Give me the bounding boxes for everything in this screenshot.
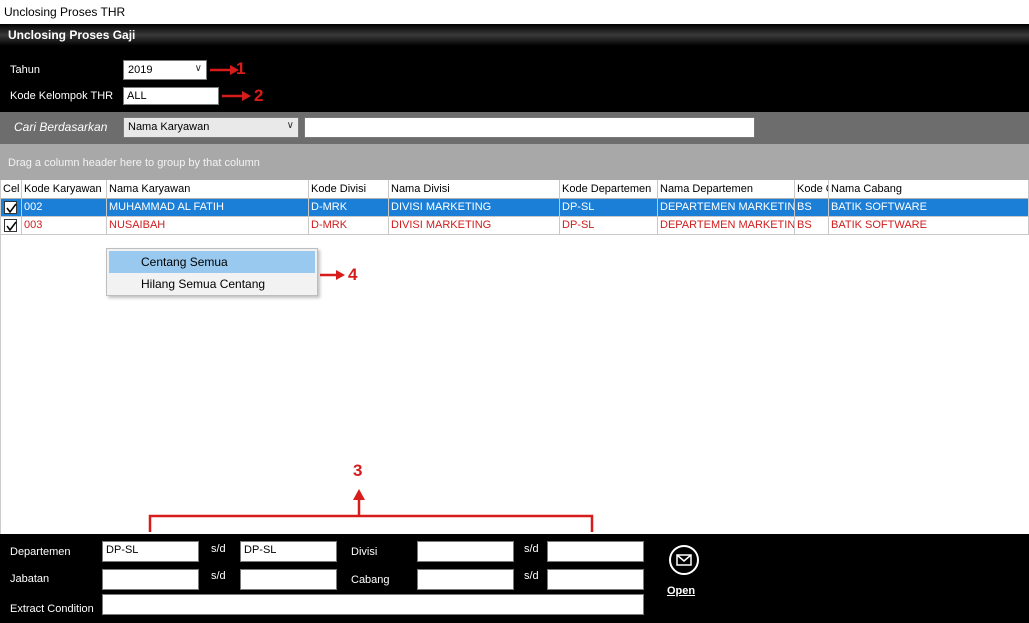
departemen-label: Departemen — [10, 546, 71, 558]
extract-condition-input[interactable] — [102, 594, 644, 615]
annotation-label-1: 1 — [236, 59, 246, 78]
cell-nama-karyawan: NUSAIBAH — [107, 217, 309, 235]
cell-kode-cabang: BS — [795, 217, 829, 235]
sd-label: s/d — [524, 570, 539, 582]
context-menu: Centang Semua Hilang Semua Centang — [106, 248, 318, 296]
title-bar: Unclosing Proses THR — [0, 0, 1029, 24]
departemen-from-input[interactable]: DP-SL — [102, 541, 199, 562]
tahun-combo[interactable]: 2019 ∨ — [123, 60, 207, 80]
group-by-hint: Drag a column header here to group by th… — [8, 157, 260, 169]
cell-kode-departemen: DP-SL — [560, 199, 658, 217]
search-input[interactable] — [304, 117, 755, 138]
column-header-check[interactable]: Cel — [1, 180, 22, 199]
arrow-annotation-2 — [222, 91, 251, 101]
tahun-label: Tahun — [10, 64, 40, 76]
sd-label: s/d — [211, 543, 226, 555]
cell-nama-cabang: BATIK SOFTWARE — [829, 199, 1029, 217]
cabang-from-input[interactable] — [417, 569, 514, 590]
divisi-from-input[interactable] — [417, 541, 514, 562]
window-title: Unclosing Proses THR — [4, 5, 126, 19]
column-header-kode-karyawan[interactable]: Kode Karyawan — [22, 180, 107, 199]
column-header-nama-karyawan[interactable]: Nama Karyawan — [107, 180, 309, 199]
column-header-kode-divisi[interactable]: Kode Divisi — [309, 180, 389, 199]
cell-nama-divisi: DIVISI MARKETING — [389, 217, 560, 235]
row-checkbox[interactable] — [4, 219, 17, 232]
cell-kode-departemen: DP-SL — [560, 217, 658, 235]
jabatan-to-input[interactable] — [240, 569, 337, 590]
annotation-label-2: 2 — [254, 86, 264, 105]
chevron-down-icon: ∨ — [194, 63, 202, 74]
departemen-to-input[interactable]: DP-SL — [240, 541, 337, 562]
column-header-kode-cabang[interactable]: Kode C — [795, 180, 829, 199]
envelope-icon — [669, 545, 699, 575]
chevron-down-icon: ∨ — [286, 120, 294, 131]
search-field-value: Nama Karyawan — [128, 121, 210, 133]
cell-nama-departemen: DEPARTEMEN MARKETING — [658, 199, 795, 217]
cell-kode-divisi: D-MRK — [309, 199, 389, 217]
jabatan-label: Jabatan — [10, 573, 50, 585]
app-window: Unclosing Proses THR Unclosing Proses Ga… — [0, 0, 1029, 623]
kode-kelompok-label: Kode Kelompok THR — [10, 90, 114, 102]
cell-nama-divisi: DIVISI MARKETING — [389, 199, 560, 217]
table-row[interactable]: 002 MUHAMMAD AL FATIH D-MRK DIVISI MARKE… — [1, 199, 1029, 217]
arrow-annotation-4 — [320, 270, 345, 280]
annotation-label-3: 3 — [353, 461, 363, 480]
header-title-bar — [0, 24, 1029, 46]
divisi-to-input[interactable] — [547, 541, 644, 562]
jabatan-from-input[interactable] — [102, 569, 199, 590]
menu-item-centang-semua[interactable]: Centang Semua — [109, 251, 315, 273]
column-header-kode-departemen[interactable]: Kode Departemen — [560, 180, 658, 199]
search-field-combo[interactable]: Nama Karyawan ∨ — [123, 117, 299, 138]
extract-condition-label: Extract Condition — [10, 603, 94, 615]
header-title: Unclosing Proses Gaji — [8, 28, 136, 42]
cabang-label: Cabang — [351, 574, 390, 586]
kode-kelompok-input[interactable]: ALL — [123, 87, 219, 105]
cell-kode-karyawan: 003 — [22, 217, 107, 235]
employee-grid: Cel Kode Karyawan Nama Karyawan Kode Div… — [0, 180, 1029, 534]
column-header-nama-departemen[interactable]: Nama Departemen — [658, 180, 795, 199]
checkmark-icon — [6, 221, 17, 232]
cell-kode-cabang: BS — [795, 199, 829, 217]
open-label: Open — [666, 585, 696, 597]
row-checkbox-cell[interactable] — [1, 217, 22, 235]
sd-label: s/d — [211, 570, 226, 582]
menu-item-hilang-semua-centang[interactable]: Hilang Semua Centang — [109, 273, 315, 295]
divisi-label: Divisi — [351, 546, 378, 558]
column-header-nama-divisi[interactable]: Nama Divisi — [389, 180, 560, 199]
cabang-to-input[interactable] — [547, 569, 644, 590]
open-button[interactable]: Open — [660, 545, 710, 600]
column-header-nama-cabang[interactable]: Nama Cabang — [829, 180, 1029, 199]
table-row[interactable]: 003 NUSAIBAH D-MRK DIVISI MARKETING DP-S… — [1, 217, 1029, 235]
sd-label: s/d — [524, 543, 539, 555]
cell-nama-cabang: BATIK SOFTWARE — [829, 217, 1029, 235]
cell-nama-karyawan: MUHAMMAD AL FATIH — [107, 199, 309, 217]
search-label: Cari Berdasarkan — [14, 120, 108, 134]
cell-kode-karyawan: 002 — [22, 199, 107, 217]
annotation-label-4: 4 — [348, 265, 358, 284]
cell-kode-divisi: D-MRK — [309, 217, 389, 235]
checkmark-icon — [6, 203, 17, 214]
grid-header: Cel Kode Karyawan Nama Karyawan Kode Div… — [1, 180, 1029, 199]
bracket-annotation-3 — [148, 489, 594, 532]
row-checkbox-cell[interactable] — [1, 199, 22, 217]
tahun-value: 2019 — [128, 64, 153, 76]
row-checkbox[interactable] — [4, 201, 17, 214]
cell-nama-departemen: DEPARTEMEN MARKETING — [658, 217, 795, 235]
